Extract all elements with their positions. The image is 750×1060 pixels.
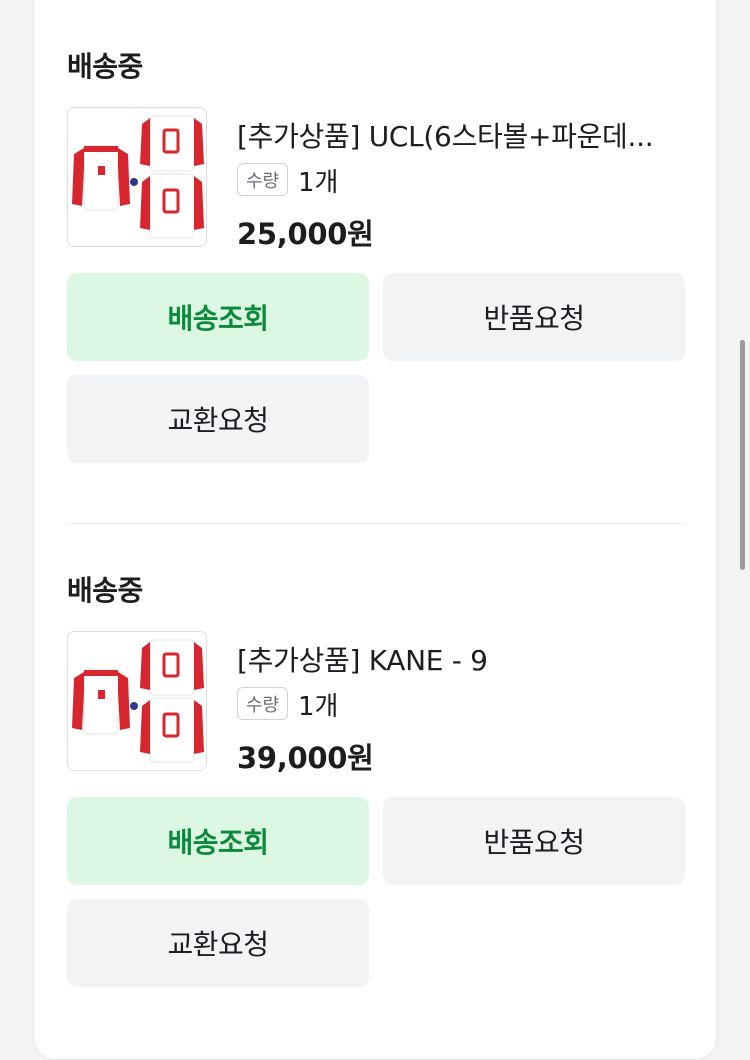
track-delivery-button[interactable]: 배송조회 [67,797,369,885]
scrollbar[interactable] [740,340,745,570]
delivery-status: 배송중 [67,50,143,83]
product-name[interactable]: [추가상품] KANE - 9 [237,639,685,679]
quantity-badge: 수량 [237,163,288,196]
order-divider [67,523,685,524]
track-delivery-button[interactable]: 배송조회 [67,273,369,361]
product-thumbnail[interactable] [67,107,207,247]
return-request-button[interactable]: 반품요청 [383,797,685,885]
quantity-value: 1개 [298,168,339,198]
jersey-product-icon [72,639,204,763]
product-price: 39,000원 [237,741,374,775]
product-price: 25,000원 [237,217,374,251]
delivery-status: 배송중 [67,574,143,607]
quantity-value: 1개 [298,692,339,722]
quantity-badge: 수량 [237,687,288,720]
product-thumbnail[interactable] [67,631,207,771]
order-card: 배송중 [추가상품] UCL(6스타볼+파운데... 수량 1개 25,000원… [33,0,717,1060]
jersey-product-icon [72,115,204,239]
exchange-request-button[interactable]: 교환요청 [67,899,369,987]
product-name[interactable]: [추가상품] UCL(6스타볼+파운데... [237,115,685,155]
exchange-request-button[interactable]: 교환요청 [67,375,369,463]
return-request-button[interactable]: 반품요청 [383,273,685,361]
